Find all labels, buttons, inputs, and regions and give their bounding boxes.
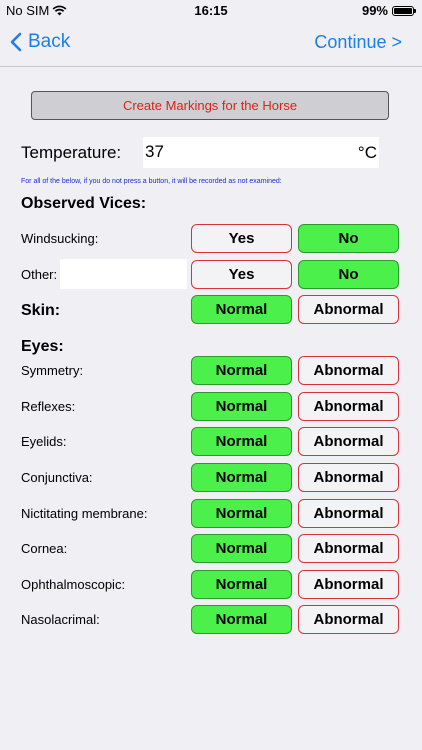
windsucking-no-button[interactable]: No: [298, 224, 399, 253]
reflexes-abnormal-button[interactable]: Abnormal: [298, 392, 399, 421]
battery-fill: [394, 7, 412, 14]
other-no-button[interactable]: No: [298, 260, 399, 289]
conjunctiva-normal-button[interactable]: Normal: [191, 463, 292, 492]
conjunctiva-abnormal-button[interactable]: Abnormal: [298, 463, 399, 492]
nictitating-membrane-abnormal-button[interactable]: Abnormal: [298, 499, 399, 528]
create-markings-button[interactable]: Create Markings for the Horse: [31, 91, 389, 120]
reflexes-normal-button[interactable]: Normal: [191, 392, 292, 421]
battery-icon: [392, 5, 416, 16]
eye-row-label: Conjunctiva:: [21, 470, 93, 485]
not-examined-note: For all of the below, if you do not pres…: [21, 178, 282, 185]
battery-percent: 99%: [361, 3, 388, 18]
eyes-heading: Eyes:: [21, 338, 64, 355]
observed-vices-heading: Observed Vices:: [21, 195, 147, 212]
cornea-abnormal-button[interactable]: Abnormal: [298, 534, 399, 563]
temperature-value: 37: [145, 142, 164, 161]
chevron-left-icon: [10, 32, 22, 52]
eyelids-normal-button[interactable]: Normal: [191, 427, 292, 456]
navigation-bar: Back Continue >: [0, 22, 422, 67]
other-vice-label: Other:: [21, 267, 58, 282]
eye-row-label: Cornea:: [21, 541, 68, 556]
status-right: 99%: [361, 3, 416, 18]
skin-abnormal-button[interactable]: Abnormal: [298, 295, 399, 324]
status-bar: No SIM 16:15 99%: [0, 0, 422, 22]
continue-button[interactable]: Continue >: [314, 32, 402, 53]
back-label: Back: [28, 31, 71, 52]
symmetry-normal-button[interactable]: Normal: [191, 356, 292, 385]
nasolacrimal-normal-button[interactable]: Normal: [191, 605, 292, 634]
temperature-field[interactable]: 37 °C: [143, 137, 379, 168]
symmetry-abnormal-button[interactable]: Abnormal: [298, 356, 399, 385]
eyelids-abnormal-button[interactable]: Abnormal: [298, 427, 399, 456]
eye-row-label: Reflexes:: [21, 399, 76, 414]
eye-row-label: Symmetry:: [21, 363, 84, 378]
cornea-normal-button[interactable]: Normal: [191, 534, 292, 563]
eye-row-label: Nasolacrimal:: [21, 612, 100, 627]
ophthalmoscopic-abnormal-button[interactable]: Abnormal: [298, 570, 399, 599]
nasolacrimal-abnormal-button[interactable]: Abnormal: [298, 605, 399, 634]
skin-label: Skin:: [21, 302, 61, 319]
temperature-unit: °C: [357, 143, 377, 162]
other-vice-input[interactable]: [60, 259, 187, 289]
skin-normal-button[interactable]: Normal: [191, 295, 292, 324]
back-button[interactable]: Back: [10, 31, 70, 53]
eye-row-label: Ophthalmoscopic:: [21, 577, 126, 592]
temperature-label: Temperature:: [21, 143, 122, 162]
nictitating-membrane-normal-button[interactable]: Normal: [191, 499, 292, 528]
eye-row-label: Eyelids:: [21, 434, 67, 449]
windsucking-yes-button[interactable]: Yes: [191, 224, 292, 253]
windsucking-label: Windsucking:: [21, 231, 99, 246]
eye-row-label: Nictitating membrane:: [21, 506, 148, 521]
other-yes-button[interactable]: Yes: [191, 260, 292, 289]
status-time: 16:15: [194, 3, 228, 18]
ophthalmoscopic-normal-button[interactable]: Normal: [191, 570, 292, 599]
